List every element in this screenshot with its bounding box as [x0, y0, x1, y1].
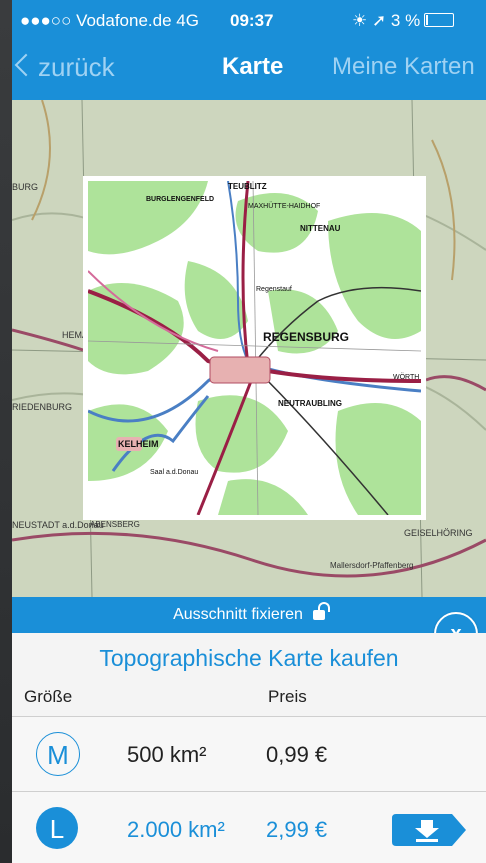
map-label-kelheim: KELHEIM — [118, 439, 159, 449]
selected-map-area: REGENSBURG KELHEIM NEUTRAUBLING NITTENAU… — [88, 181, 421, 515]
unlock-icon — [312, 602, 330, 620]
option-price: 0,99 € — [266, 742, 328, 767]
fix-selection-button[interactable]: Ausschnitt fixieren — [12, 597, 486, 633]
map-label-maxhuette: MAXHÜTTE-HAIDHOF — [248, 202, 320, 210]
my-maps-link[interactable]: Meine Karten — [332, 53, 475, 81]
carrier-signal: ●●●○○ Vodafone.de 4G — [20, 11, 199, 30]
battery-icon — [424, 13, 455, 27]
map-label-regensburg: REGENSBURG — [263, 330, 349, 344]
map-label-abensberg: ABENSBERG — [90, 520, 140, 529]
column-header-price: Preis — [268, 687, 307, 706]
map-label-regenstauf: Regenstauf — [256, 286, 292, 293]
back-label: zurück — [38, 52, 115, 82]
back-button[interactable]: zurück — [14, 52, 115, 83]
purchase-title: Topographische Karte kaufen — [99, 645, 399, 671]
purchase-panel: Topographische Karte kaufen Größe Preis … — [12, 633, 486, 863]
phone-screen: ●●●○○ Vodafone.de 4G 09:37 ☀ ➚ 3 % zurüc… — [12, 0, 486, 863]
map-label-neutraubling: NEUTRAUBLING — [278, 399, 342, 408]
status-bar: ●●●○○ Vodafone.de 4G 09:37 ☀ ➚ 3 % — [12, 0, 486, 40]
status-time: 09:37 — [230, 11, 274, 30]
column-header-size: Größe — [24, 687, 73, 706]
map-view[interactable]: BURG HEMAU RIEDENBURG NEUSTADT a.d.Donau… — [12, 100, 486, 597]
status-indicators: ☀ ➚ 3 % — [352, 11, 421, 30]
map-label-teublitz: TEUBLITZ — [228, 182, 267, 191]
page-title: Karte — [222, 53, 284, 80]
size-badge-l: L — [36, 807, 78, 849]
map-label-burg: BURG — [12, 182, 38, 192]
navigation-bar: zurück Karte Meine Karten — [12, 40, 486, 100]
option-row-l[interactable]: L 2.000 km² 2,99 € — [12, 792, 486, 863]
map-label-geiselhoering: GEISELHÖRING — [404, 528, 473, 538]
download-button[interactable] — [392, 814, 466, 846]
fix-selection-label: Ausschnitt fixieren — [173, 606, 303, 623]
map-selection-frame[interactable]: REGENSBURG KELHEIM NEUTRAUBLING NITTENAU… — [83, 176, 426, 520]
chevron-left-icon — [14, 53, 38, 77]
map-label-burglengenfeld: BURGLENGENFELD — [146, 196, 214, 203]
map-label-woerth: WÖRTH — [393, 373, 419, 381]
option-size: 2.000 km² — [127, 817, 225, 842]
phone-frame-edge — [0, 0, 12, 863]
option-row-m[interactable]: M 500 km² 0,99 € — [12, 717, 486, 791]
map-label-saal: Saal a.d.Donau — [150, 469, 198, 476]
size-badge-m: M — [36, 732, 80, 776]
option-size: 500 km² — [127, 742, 207, 767]
option-price: 2,99 € — [266, 817, 328, 842]
map-label-nittenau: NITTENAU — [300, 224, 341, 233]
map-label-riedenburg: RIEDENBURG — [12, 402, 72, 412]
status-right: ☀ ➚ 3 % — [352, 11, 455, 31]
map-label-mallersdorf: Mallersdorf-Pfaffenberg — [330, 561, 413, 570]
